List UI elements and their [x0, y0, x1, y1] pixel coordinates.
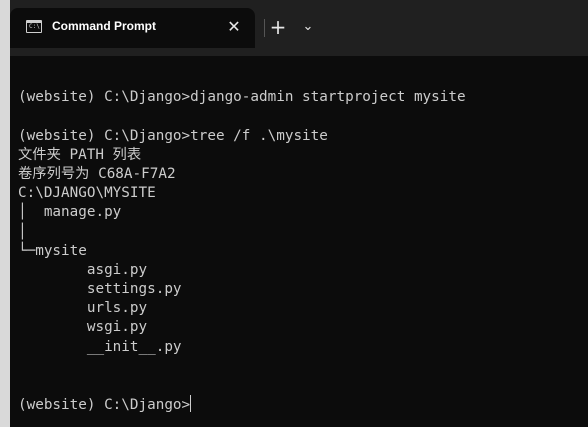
command-prompt-icon: C:\	[26, 20, 42, 33]
terminal-prompt-line[interactable]: (website) C:\Django>	[18, 395, 583, 414]
terminal-line: C:\DJANGO\MYSITE	[18, 185, 156, 202]
terminal-line: (website) C:\Django>django-admin startpr…	[18, 89, 466, 106]
tab-divider	[264, 19, 265, 37]
terminal-line: │	[18, 223, 27, 240]
new-tab-button[interactable]: +	[267, 16, 289, 38]
terminal-line: settings.py	[18, 281, 182, 298]
close-icon[interactable]: ✕	[224, 17, 244, 37]
terminal-line: asgi.py	[18, 261, 148, 278]
text-cursor	[190, 395, 192, 413]
chevron-down-icon[interactable]: ⌄	[298, 16, 318, 38]
tab-title: Command Prompt	[52, 19, 157, 33]
terminal-output[interactable]: (website) C:\Django>django-admin startpr…	[18, 69, 583, 419]
terminal-line: 文件夹 PATH 列表	[18, 146, 142, 163]
terminal-line: └─mysite	[18, 242, 87, 259]
terminal-line: __init__.py	[18, 338, 182, 355]
terminal-line: wsgi.py	[18, 319, 148, 336]
terminal-line: (website) C:\Django>tree /f .\mysite	[18, 127, 328, 144]
title-bar: C:\ Command Prompt ✕ + ⌄	[10, 0, 588, 56]
command-prompt-icon-text: C:\	[29, 23, 40, 30]
terminal-line: urls.py	[18, 300, 148, 317]
terminal-line: 卷序列号为 C68A-F7A2	[18, 165, 176, 182]
tab-command-prompt[interactable]: C:\ Command Prompt ✕	[10, 8, 255, 48]
terminal-line: │ manage.py	[18, 204, 122, 221]
terminal-prompt: (website) C:\Django>	[18, 397, 191, 414]
terminal-window: C:\ Command Prompt ✕ + ⌄ (website) C:\Dj…	[10, 0, 588, 427]
